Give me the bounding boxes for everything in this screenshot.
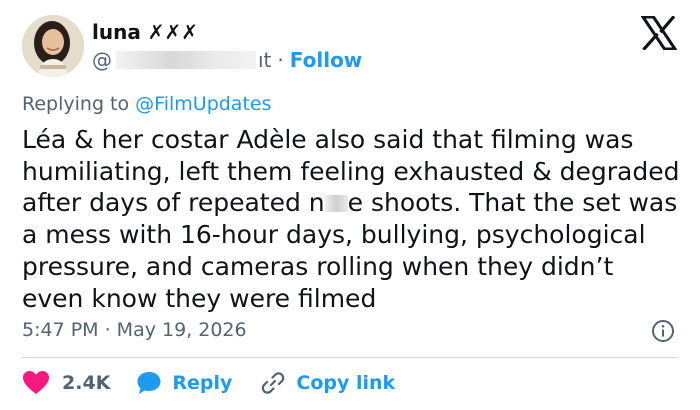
- display-name[interactable]: luna ✗✗✗: [92, 18, 198, 46]
- reply-bubble-icon: [137, 372, 161, 394]
- avatar[interactable]: [22, 15, 84, 77]
- like-count: 2.4K: [62, 372, 111, 394]
- tweet-text: Léa & her costar Adèle also said that fi…: [22, 124, 682, 314]
- reply-button[interactable]: Reply: [136, 370, 260, 396]
- handle-redaction: [116, 51, 256, 69]
- action-bar: 2.4K Reply Copy link: [22, 368, 395, 398]
- link-icon: [262, 372, 285, 394]
- heart-icon: [23, 371, 49, 394]
- handle-row: @ ıt · Follow: [92, 46, 362, 74]
- reply-target-link[interactable]: @FilmUpdates: [135, 93, 271, 115]
- handle-suffix[interactable]: ıt: [258, 46, 271, 74]
- replying-to-label: Replying to: [22, 93, 130, 115]
- censored-word-blur: [324, 195, 348, 213]
- handle-prefix[interactable]: @: [92, 46, 112, 74]
- divider: [22, 357, 678, 358]
- tweet-timestamp[interactable]: 5:47 PM · May 19, 2026: [22, 316, 247, 344]
- follow-button[interactable]: Follow: [290, 46, 363, 74]
- replying-to: Replying to @FilmUpdates: [22, 90, 272, 118]
- embedded-tweet-card: luna ✗✗✗ @ ıt · Follow Replying to @Film…: [0, 0, 700, 410]
- copy-link-button[interactable]: Copy link: [260, 370, 395, 396]
- separator-dot: ·: [277, 48, 284, 72]
- copy-link-label: Copy link: [296, 372, 396, 394]
- info-icon[interactable]: [651, 319, 675, 343]
- x-logo-icon[interactable]: [641, 16, 677, 50]
- reply-label: Reply: [172, 372, 233, 394]
- like-button[interactable]: 2.4K: [22, 370, 136, 396]
